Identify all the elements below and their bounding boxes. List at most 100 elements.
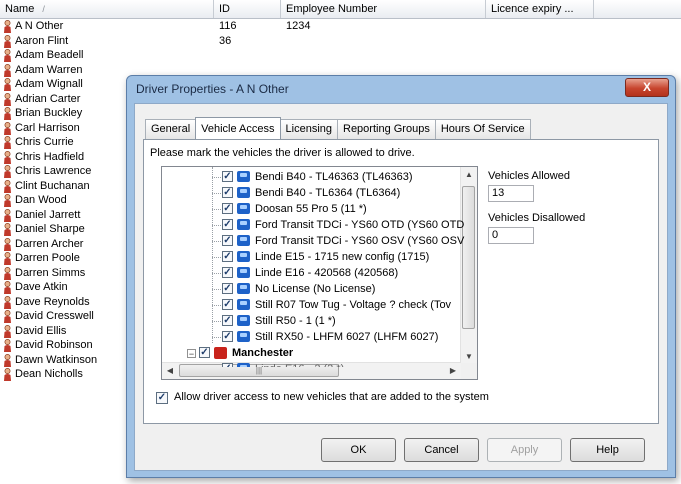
tree-connector [212, 193, 221, 194]
vehicle-icon [237, 187, 250, 198]
driver-name: Carl Harrison [15, 121, 80, 134]
vehicle-checkbox[interactable]: ✓ [222, 283, 233, 294]
vehicle-checkbox[interactable]: ✓ [222, 171, 233, 182]
column-header-id[interactable]: ID [214, 0, 281, 18]
vehicle-tree-item[interactable]: ✓ Linde E16 - 420568 (420568) [162, 265, 462, 281]
driver-icon [4, 295, 11, 309]
tree-connector [212, 241, 221, 242]
tree-vertical-scrollbar[interactable]: ▲ ▼ [460, 167, 477, 364]
vehicle-tree[interactable]: ▲ ▼ ◀ ||| ▶ ✓ Bendi B40 - TL46363 (TL4636… [161, 166, 478, 380]
scroll-down-arrow-icon[interactable]: ▼ [461, 352, 477, 361]
vehicle-tree-item[interactable]: ✓ Doosan 55 Pro 5 (11 *) [162, 201, 462, 217]
vehicle-tree-item[interactable]: ✓ No License (No License) [162, 281, 462, 297]
allow-new-vehicles-label: Allow driver access to new vehicles that… [174, 391, 489, 403]
scroll-up-arrow-icon[interactable]: ▲ [461, 170, 477, 179]
vehicle-checkbox[interactable]: ✓ [222, 315, 233, 326]
vehicle-checkbox[interactable]: ✓ [222, 203, 233, 214]
vehicle-checkbox[interactable]: ✓ [222, 331, 233, 342]
vehicle-icon [237, 235, 250, 246]
vehicle-icon [237, 251, 250, 262]
vehicle-label: Still R50 - 1 (1 *) [255, 315, 336, 327]
driver-icon [4, 179, 11, 193]
driver-icon [4, 266, 11, 280]
vertical-scroll-thumb[interactable] [462, 186, 475, 329]
vehicle-checkbox[interactable]: ✓ [222, 251, 233, 262]
ok-button[interactable]: OK [321, 438, 396, 462]
driver-id: 36 [219, 34, 232, 47]
driver-icon [4, 324, 11, 338]
vehicle-checkbox[interactable]: ✓ [222, 299, 233, 310]
tab-hours-of-service[interactable]: Hours Of Service [434, 119, 531, 139]
column-header-employee-number[interactable]: Employee Number [281, 0, 486, 18]
vehicle-icon [237, 219, 250, 230]
vehicle-label: Ford Transit TDCi - YS60 OSV (YS60 OSV [255, 235, 465, 247]
dialog-client-area: General Vehicle Access Licensing Reporti… [134, 103, 668, 471]
driver-name: Daniel Sharpe [15, 223, 85, 235]
driver-icon [4, 20, 11, 33]
driver-name: Chris Lawrence [15, 165, 92, 177]
vehicle-label: Linde E16 - 2 (2 *) [255, 361, 344, 367]
site-tree-item[interactable]: − ✓ Manchester [162, 345, 462, 361]
driver-name: Darren Poole [15, 252, 80, 264]
driver-name: Dean Nicholls [15, 368, 83, 380]
vehicle-icon [237, 203, 250, 214]
vehicle-label: No License (No License) [255, 283, 376, 295]
vehicle-label: Still RX50 - LHFM 6027 (LHFM 6027) [255, 331, 439, 343]
vehicle-tree-item[interactable]: ✓ Ford Transit TDCi - YS60 OSV (YS60 OSV [162, 233, 465, 249]
driver-icon [4, 223, 11, 236]
vehicles-disallowed-field: 0 [488, 227, 534, 244]
driver-icon [4, 34, 11, 48]
dialog-titlebar[interactable]: Driver Properties - A N Other X [127, 76, 675, 102]
close-button[interactable]: X [625, 78, 669, 97]
driver-icon [4, 150, 11, 164]
tree-connector [212, 305, 221, 306]
dialog-title: Driver Properties - A N Other [136, 82, 289, 96]
list-header: Name / ID Employee Number Licence expiry … [0, 0, 681, 19]
tab-vehicle-access[interactable]: Vehicle Access [195, 117, 281, 139]
scroll-right-arrow-icon[interactable]: ▶ [445, 366, 461, 375]
apply-button[interactable]: Apply [487, 438, 562, 462]
vehicle-icon [237, 171, 250, 182]
driver-name: David Cresswell [15, 310, 94, 322]
vehicle-checkbox[interactable]: ✓ [222, 187, 233, 198]
vehicle-checkbox[interactable]: ✓ [222, 235, 233, 246]
vehicle-checkbox[interactable]: ✓ [222, 267, 233, 278]
vehicles-disallowed-label: Vehicles Disallowed [488, 212, 586, 224]
vehicle-checkbox[interactable]: ✓ [222, 363, 233, 367]
column-header-name[interactable]: Name / [0, 0, 214, 18]
site-checkbox[interactable]: ✓ [199, 347, 210, 358]
vehicle-tree-item[interactable]: ✓ Bendi B40 - TL6364 (TL6364) [162, 185, 462, 201]
vehicle-tree-item[interactable]: ✓ Linde E15 - 1715 new config (1715) [162, 249, 462, 265]
tab-licensing[interactable]: Licensing [279, 119, 338, 139]
vehicle-tree-item[interactable]: ✓ Still R50 - 1 (1 *) [162, 313, 462, 329]
driver-name: Daniel Jarrett [15, 208, 81, 221]
vehicle-tree-item[interactable]: ✓ Linde E16 - 2 (2 *) [162, 361, 462, 367]
vehicle-tree-item[interactable]: ✓ Still R07 Tow Tug - Voltage ? check (To… [162, 297, 462, 313]
tree-connector [212, 289, 221, 290]
driver-icon [4, 237, 11, 251]
list-item[interactable]: A N Other 116 1234 [0, 19, 681, 34]
vehicle-label: Linde E15 - 1715 new config (1715) [255, 251, 430, 263]
scroll-left-arrow-icon[interactable]: ◀ [162, 366, 178, 375]
vehicle-checkbox[interactable]: ✓ [222, 219, 233, 230]
list-item[interactable]: Adam Beadell [0, 48, 681, 63]
tab-general[interactable]: General [145, 119, 197, 139]
driver-name: Dave Atkin [15, 281, 68, 293]
driver-name: Chris Currie [15, 136, 74, 148]
list-item[interactable]: Aaron Flint 36 [0, 34, 681, 49]
column-header-licence-expiry[interactable]: Licence expiry ... [486, 0, 594, 18]
vehicle-tree-item[interactable]: ✓ Ford Transit TDCi - YS60 OTD (YS60 OTD [162, 217, 465, 233]
vehicle-label: Ford Transit TDCi - YS60 OTD (YS60 OTD [255, 219, 465, 231]
vehicle-label: Linde E16 - 420568 (420568) [255, 267, 399, 279]
vehicle-tree-item[interactable]: ✓ Bendi B40 - TL46363 (TL46363) [162, 169, 462, 185]
vehicle-tree-item[interactable]: ✓ Still RX50 - LHFM 6027 (LHFM 6027) [162, 329, 462, 345]
cancel-button[interactable]: Cancel [404, 438, 479, 462]
driver-id: 116 [219, 20, 237, 32]
driver-icon [4, 353, 11, 367]
tab-reporting-groups[interactable]: Reporting Groups [337, 119, 436, 139]
allow-new-vehicles-checkbox[interactable]: ✓ [156, 392, 168, 404]
help-button[interactable]: Help [570, 438, 645, 462]
collapse-icon[interactable]: − [187, 349, 196, 359]
tree-connector [212, 321, 221, 322]
driver-icon [4, 208, 11, 222]
